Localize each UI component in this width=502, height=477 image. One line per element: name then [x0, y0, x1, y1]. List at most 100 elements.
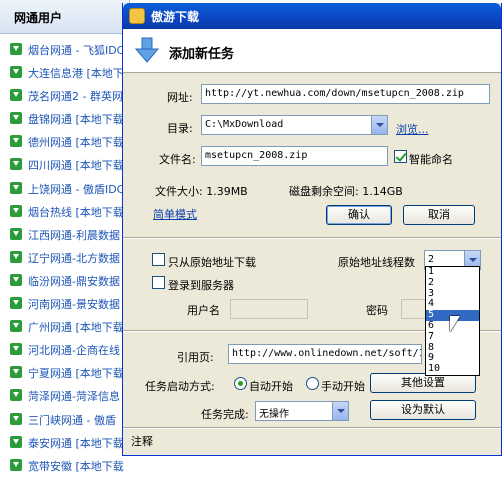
directory-label: 目录:	[167, 122, 193, 135]
download-icon	[10, 435, 22, 448]
on-complete-combo[interactable]: 无操作	[255, 401, 349, 421]
mirror-link[interactable]: 辽宁网通-北方数据	[28, 250, 120, 266]
username-input[interactable]	[230, 299, 308, 319]
download-icon	[10, 250, 22, 263]
mouse-cursor-icon	[450, 316, 460, 332]
disk-free-text: 磁盘剩余空间: 1.14GB	[289, 185, 403, 198]
mirror-link[interactable]: 泰安网通 [本地下载	[28, 435, 124, 451]
mirror-link[interactable]: 菏泽网通-菏泽信息	[28, 388, 120, 404]
mirror-list-item[interactable]: 烟台热线 [本地下载	[0, 200, 130, 223]
download-icon	[10, 273, 22, 286]
mirror-list-item[interactable]: 泰安网通 [本地下载	[0, 431, 130, 454]
mirror-list-item[interactable]: 盘锦网通 [本地下载	[0, 107, 130, 130]
download-icon	[10, 412, 22, 425]
mirror-list-item[interactable]: 烟台网通 - 飞狐IDC	[0, 38, 130, 61]
mirror-list-item[interactable]: 临汾网通-鼎安数据	[0, 269, 130, 292]
download-icon	[10, 458, 22, 471]
chevron-down-icon[interactable]	[371, 116, 387, 134]
download-icon	[10, 227, 22, 240]
isp-category-title: 网通用户	[14, 11, 63, 25]
mirror-link[interactable]: 四川网通 [本地下载	[28, 157, 124, 173]
dialog-titlebar[interactable]: 傲游下载	[123, 3, 501, 29]
referer-input[interactable]: http://www.onlinedown.net/soft/1558	[228, 344, 422, 364]
mirror-link[interactable]: 宽带安徽 [本地下载	[28, 458, 124, 474]
threads-option[interactable]: 7	[426, 331, 479, 343]
chevron-down-icon[interactable]	[332, 402, 348, 420]
login-checkbox[interactable]	[152, 276, 165, 289]
mirror-link[interactable]: 烟台网通 - 飞狐IDC	[28, 42, 124, 58]
url-input[interactable]: http://yt.newhua.com/down/msetupcn_2008.…	[201, 84, 490, 104]
only-origin-label: 只从原始地址下载	[168, 256, 256, 269]
cancel-button[interactable]: 取消	[403, 205, 475, 225]
directory-value: C:\MxDownload	[205, 119, 284, 130]
header-title: 添加新任务	[169, 47, 235, 62]
mirror-link[interactable]: 盘锦网通 [本地下载	[28, 111, 124, 127]
referer-label: 引用页:	[177, 351, 214, 364]
mirror-list-item[interactable]: 菏泽网通-菏泽信息	[0, 384, 130, 407]
mirror-link[interactable]: 宁夏网通 [本地下载	[28, 365, 124, 381]
mirror-list-item[interactable]: 辽宁网通-北方数据	[0, 246, 130, 269]
download-dialog: 傲游下载 添加新任务 网址: http://yt.newhua.com/down…	[122, 3, 502, 456]
download-icon	[10, 158, 22, 171]
mirror-list-item[interactable]: 江西网通-利晨数据	[0, 223, 130, 246]
download-icon	[10, 89, 22, 102]
start-mode-label: 任务启动方式:	[145, 380, 215, 393]
mirror-list-item[interactable]: 河南网通-景安数据	[0, 292, 130, 315]
mirror-list-item[interactable]: 大连信息港 [本地下载	[0, 61, 130, 84]
download-arrow-icon	[135, 37, 159, 63]
other-settings-button[interactable]: 其他设置	[370, 373, 476, 393]
maxthon-app-icon	[129, 8, 145, 24]
login-label: 登录到服务器	[168, 279, 234, 292]
isp-category-header: 网通用户	[0, 0, 130, 34]
smart-name-label: 智能命名	[409, 153, 453, 166]
browse-link[interactable]: 浏览...	[396, 121, 429, 137]
auto-start-label: 自动开始	[249, 380, 293, 393]
mirror-list-item[interactable]: 四川网通 [本地下载	[0, 153, 130, 176]
mirror-list-item[interactable]: 宁夏网通 [本地下载	[0, 361, 130, 384]
manual-start-radio[interactable]	[306, 377, 319, 390]
mirror-link[interactable]: 广州网通 [本地下载	[28, 319, 124, 335]
divider	[123, 237, 501, 239]
mirror-list-item[interactable]: 茂名网通2 - 群英网	[0, 84, 130, 107]
download-icon	[10, 66, 22, 79]
notes-label: 注释	[131, 435, 153, 448]
set-default-button[interactable]: 设为默认	[370, 400, 476, 420]
threads-option[interactable]: 2	[426, 277, 479, 289]
mirror-list-item[interactable]: 广州网通 [本地下载	[0, 315, 130, 338]
directory-combo[interactable]: C:\MxDownload	[201, 115, 388, 135]
file-size-text: 文件大小: 1.39MB	[155, 185, 248, 198]
password-label: 密码	[366, 304, 388, 317]
threads-option[interactable]: 10	[426, 363, 479, 375]
auto-start-radio[interactable]	[234, 377, 247, 390]
mirror-link[interactable]: 烟台热线 [本地下载	[28, 204, 124, 220]
mirror-link[interactable]: 三门峡网通 - 傲盾	[28, 412, 116, 428]
mirror-link[interactable]: 江西网通-利晨数据	[28, 227, 120, 243]
mirror-link[interactable]: 河南网通-景安数据	[28, 296, 120, 312]
download-icon	[10, 320, 22, 333]
mirror-list-item[interactable]: 德州网通 [本地下载	[0, 130, 130, 153]
mirror-list-item[interactable]: 河北网通-企商在线	[0, 338, 130, 361]
mirror-link[interactable]: 茂名网通2 - 群英网	[28, 88, 123, 104]
dialog-title: 傲游下载	[151, 10, 200, 24]
mirror-link[interactable]: 上饶网通 - 傲盾IDC	[28, 181, 124, 197]
url-label: 网址:	[167, 91, 193, 104]
ok-button[interactable]: 确认	[326, 205, 392, 225]
download-icon	[10, 389, 22, 402]
mirror-list-item[interactable]: 上饶网通 - 傲盾IDC	[0, 177, 130, 200]
smart-name-checkbox[interactable]	[394, 150, 407, 163]
mirror-list-item[interactable]: 三门峡网通 - 傲盾	[0, 408, 130, 431]
download-icon	[10, 112, 22, 125]
dialog-header: 添加新任务	[123, 29, 501, 73]
only-origin-checkbox[interactable]	[152, 253, 165, 266]
mirror-link[interactable]: 临汾网通-鼎安数据	[28, 273, 120, 289]
mirror-list-item[interactable]: 宽带安徽 [本地下载	[0, 454, 130, 477]
mirror-list: 烟台网通 - 飞狐IDC 大连信息港 [本地下载 茂名网通2 - 群英网 盘锦网通 […	[0, 38, 130, 477]
mirror-link[interactable]: 德州网通 [本地下载	[28, 134, 124, 150]
divider	[123, 427, 501, 429]
filename-input[interactable]: msetupcn_2008.zip	[201, 146, 388, 166]
download-icon	[10, 43, 22, 55]
mirror-link[interactable]: 大连信息港 [本地下载	[28, 65, 130, 81]
mirror-link[interactable]: 河北网通-企商在线	[28, 342, 120, 358]
simple-mode-link[interactable]: 简单模式	[153, 206, 197, 222]
origin-threads-label: 原始地址线程数	[338, 256, 415, 269]
